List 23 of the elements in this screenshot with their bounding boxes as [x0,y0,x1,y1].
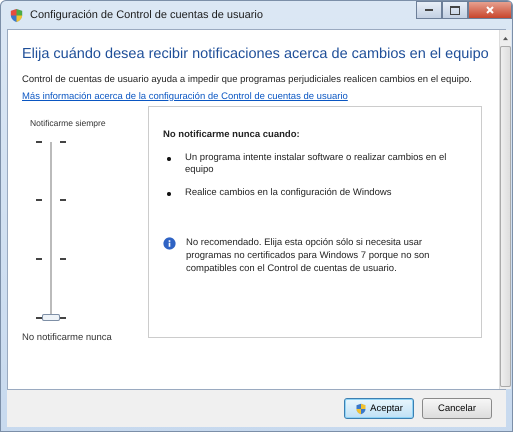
bottom-label: No notificarme nunca [22,332,112,343]
shield-icon [355,402,368,414]
window-title: Configuración de Control de cuentas de usuario [30,9,264,21]
scroll-up-icon[interactable] [502,36,509,41]
panel-title: No notificarme nunca cuando: [163,128,301,140]
note-text: No recomendado. Elija esta opción sólo si necesita usar programas no certificados para Windows 7 porque no son compatibles con el Control de cuentas de usuario. [186,236,430,276]
minimize-button[interactable] [416,1,442,19]
info-icon [163,236,176,250]
bullet-text: Un programa intente instalar software o realizar cambios en el equipo [185,152,448,177]
bullet-icon [167,156,171,161]
bullet-text: Realice cambios en la configuración de Windows [185,186,392,199]
close-icon [485,5,495,15]
description-text: Control de cuentas de usuario ayuda a impedir que programas perjudiciales realicen cambios en el equipo. [22,74,473,86]
shield-icon [9,8,24,22]
top-label: Notificarme siempre [30,118,106,128]
bullet-icon [167,192,171,196]
dialog-button[interactable]: Aceptar [344,398,414,419]
close-button[interactable] [468,1,512,19]
page-heading: Elija cuándo desea recibir notificaciones acerca de cambios en el equipo [22,46,489,62]
info-link[interactable]: Más información acerca de la configuración de Control de cuentas de usuario [22,90,348,102]
slider-thumb[interactable] [42,314,60,321]
maximize-button[interactable] [442,1,468,19]
dialog-button[interactable]: Cancelar [422,398,492,419]
